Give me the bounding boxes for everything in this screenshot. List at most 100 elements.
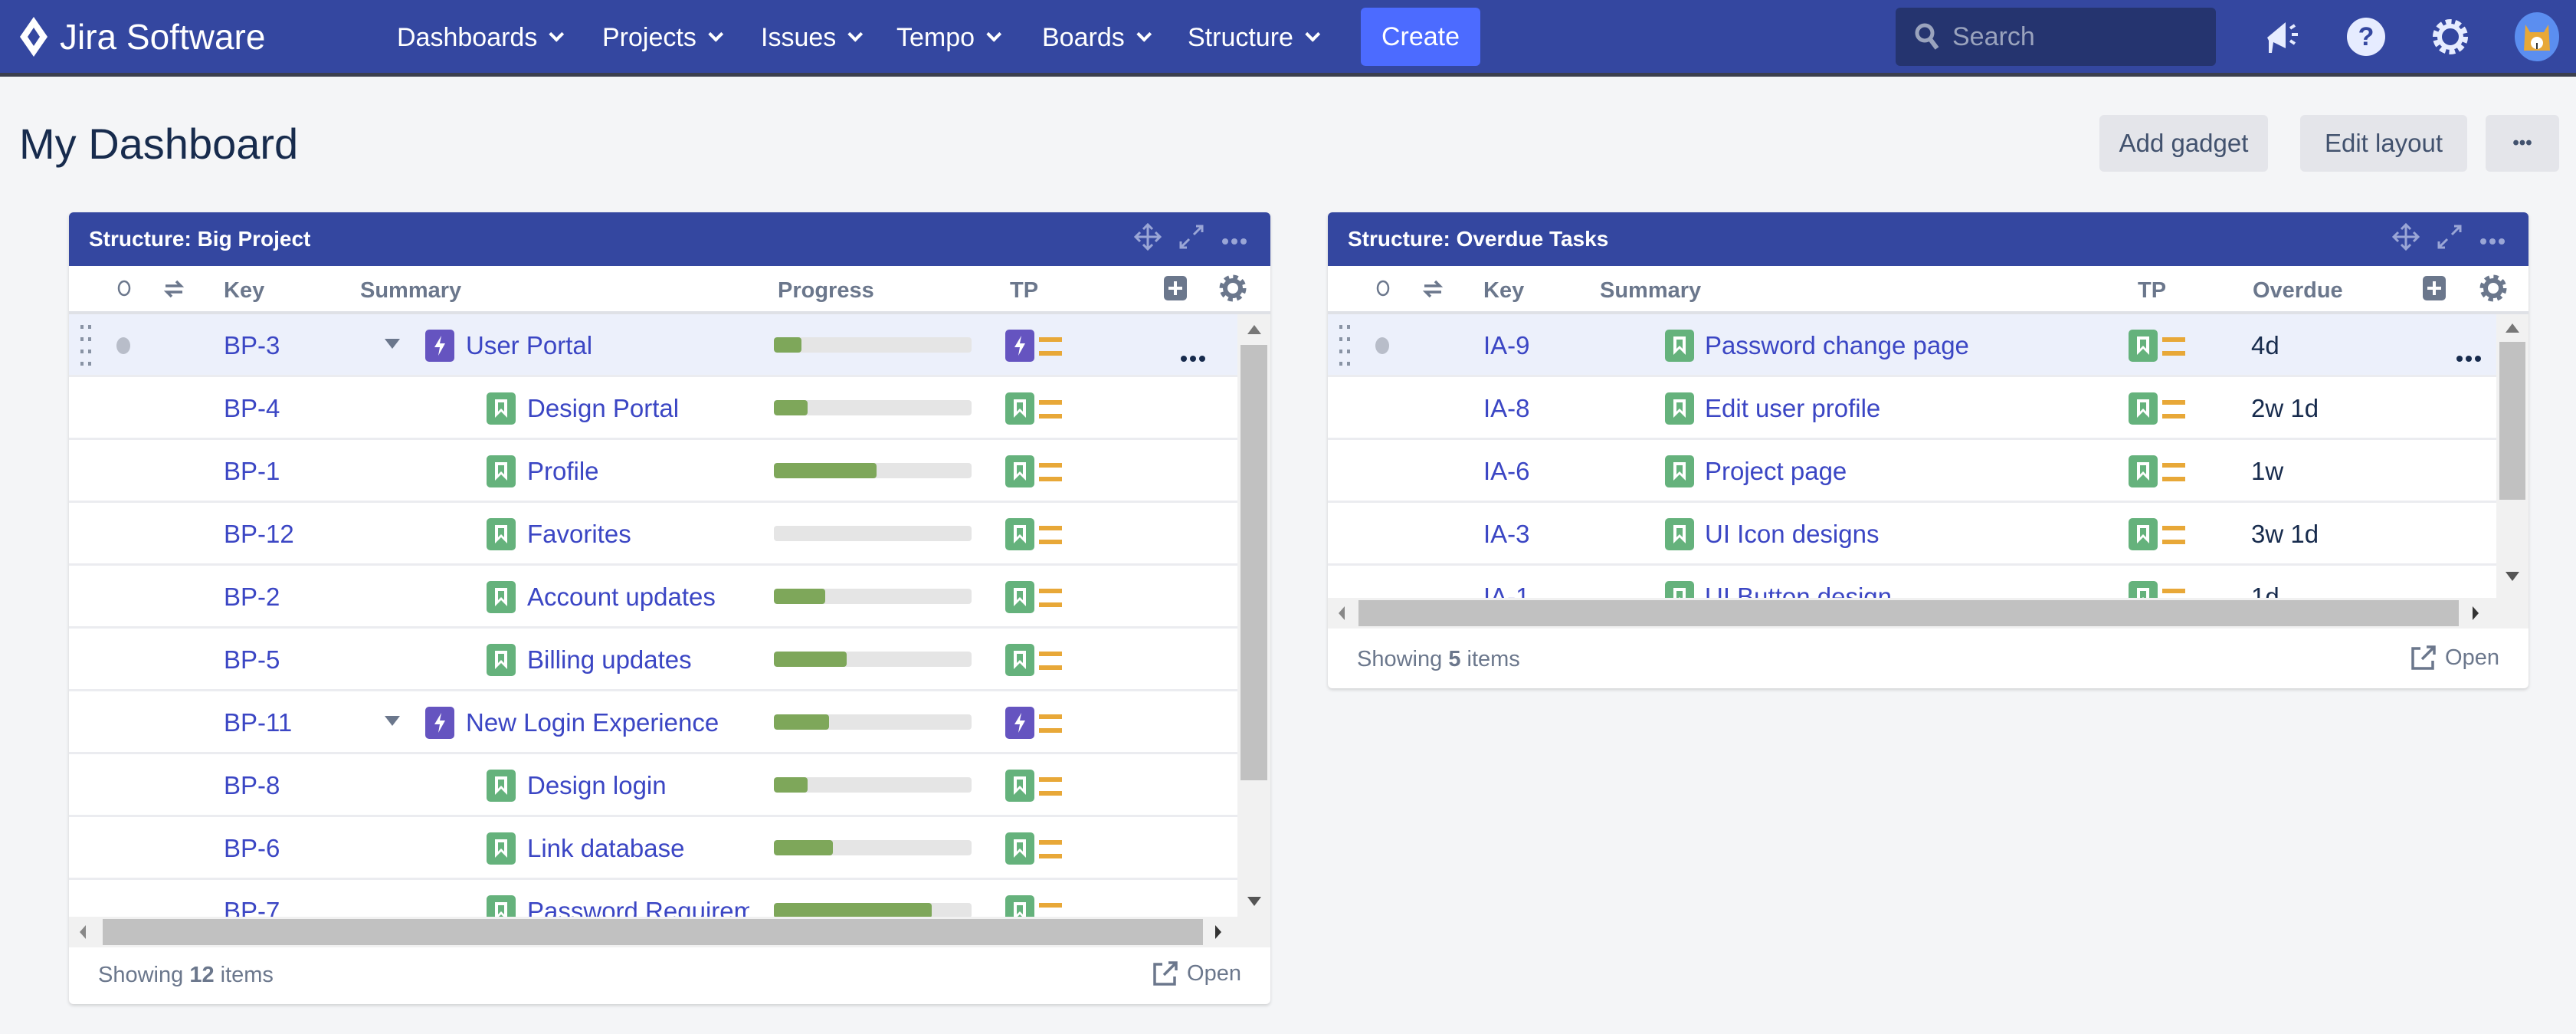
expand-toggle-icon[interactable]: [385, 716, 400, 726]
search-input[interactable]: Search: [1896, 8, 2216, 66]
column-summary[interactable]: Summary: [1600, 278, 1701, 304]
table-row[interactable]: IA-3 UI Icon designs 3w 1d: [1328, 503, 2496, 566]
issue-summary-link[interactable]: Favorites: [527, 520, 631, 549]
column-key[interactable]: Key: [1483, 278, 1524, 304]
add-column-icon[interactable]: [1163, 275, 1188, 307]
issue-key-link[interactable]: IA-8: [1483, 394, 1530, 423]
column-key[interactable]: Key: [224, 278, 264, 304]
vertical-scrollbar[interactable]: [2496, 314, 2528, 598]
issue-key-link[interactable]: BP-12: [224, 520, 294, 549]
table-row[interactable]: BP-8 Design login: [69, 754, 1237, 817]
scroll-up-arrow[interactable]: [2506, 323, 2519, 333]
horizontal-scrollbar[interactable]: [69, 917, 1270, 947]
issue-key-link[interactable]: BP-5: [224, 645, 280, 675]
scroll-left-arrow[interactable]: [1339, 606, 1345, 620]
issue-key-link[interactable]: BP-2: [224, 583, 280, 612]
column-tp[interactable]: TP: [2138, 278, 2166, 304]
table-row[interactable]: BP-6 Link database: [69, 817, 1237, 880]
issue-summary-link[interactable]: Link database: [527, 834, 685, 863]
table-row[interactable]: IA-1 UI Button design 1d: [1328, 566, 2496, 598]
maximize-gadget-icon[interactable]: [2437, 224, 2463, 255]
issue-key-link[interactable]: IA-9: [1483, 331, 1530, 360]
settings-gear-icon[interactable]: [2427, 14, 2473, 60]
help-icon[interactable]: ?: [2343, 14, 2389, 60]
issue-summary-link[interactable]: UI Button design: [1705, 583, 1892, 598]
nav-issues[interactable]: Issues: [761, 17, 864, 58]
scroll-down-arrow[interactable]: [2506, 572, 2519, 581]
table-row[interactable]: BP-2 Account updates: [69, 566, 1237, 629]
expand-toggle-icon[interactable]: [385, 339, 400, 349]
nav-projects[interactable]: Projects: [602, 17, 723, 58]
table-row[interactable]: IA-6 Project page 1w: [1328, 440, 2496, 503]
nav-boards[interactable]: Boards: [1042, 17, 1152, 58]
vertical-scrollbar[interactable]: [1237, 314, 1270, 917]
issue-summary-link[interactable]: User Portal: [466, 331, 592, 360]
scroll-thumb[interactable]: [1240, 345, 1267, 780]
horizontal-scrollbar[interactable]: [1328, 598, 2528, 629]
table-row[interactable]: BP-7 Password Requirements: [69, 880, 1237, 917]
column-tp[interactable]: TP: [1010, 278, 1038, 304]
issue-summary-link[interactable]: UI Icon designs: [1705, 520, 1879, 549]
nav-structure[interactable]: Structure: [1188, 17, 1321, 58]
issue-summary-link[interactable]: Billing updates: [527, 645, 692, 675]
swap-arrows-icon[interactable]: [1421, 278, 1444, 306]
scroll-thumb[interactable]: [2499, 342, 2525, 500]
row-status-dot[interactable]: [116, 337, 130, 354]
move-gadget-icon[interactable]: [2391, 222, 2420, 256]
move-gadget-icon[interactable]: [1133, 222, 1162, 256]
table-row[interactable]: BP-3 User Portal: [69, 314, 1237, 377]
add-column-icon[interactable]: [2422, 275, 2447, 307]
table-row[interactable]: BP-5 Billing updates: [69, 629, 1237, 691]
issue-summary-link[interactable]: New Login Experience: [466, 708, 719, 737]
jira-logo[interactable]: Jira Software: [18, 14, 265, 60]
circle-column-icon[interactable]: [1375, 278, 1391, 304]
issue-key-link[interactable]: BP-11: [224, 708, 292, 737]
issue-key-link[interactable]: BP-3: [224, 331, 280, 360]
issue-key-link[interactable]: IA-3: [1483, 520, 1530, 549]
scroll-up-arrow[interactable]: [1247, 325, 1261, 334]
more-actions-button[interactable]: •••: [2486, 115, 2559, 172]
row-actions-icon[interactable]: [2456, 340, 2482, 369]
table-row[interactable]: IA-9 Password change page 4d: [1328, 314, 2496, 377]
scroll-thumb[interactable]: [103, 919, 1203, 945]
open-link[interactable]: Open: [2410, 644, 2499, 671]
column-summary[interactable]: Summary: [360, 278, 461, 304]
issue-summary-link[interactable]: Profile: [527, 457, 599, 486]
edit-layout-button[interactable]: Edit layout: [2300, 115, 2467, 172]
create-button[interactable]: Create: [1361, 8, 1480, 66]
row-status-dot[interactable]: [1375, 337, 1389, 354]
issue-key-link[interactable]: BP-7: [224, 897, 280, 917]
issue-summary-link[interactable]: Design Portal: [527, 394, 679, 423]
megaphone-icon[interactable]: [2259, 14, 2305, 60]
column-overdue[interactable]: Overdue: [2253, 278, 2343, 304]
add-gadget-button[interactable]: Add gadget: [2099, 115, 2268, 172]
scroll-left-arrow[interactable]: [80, 925, 86, 939]
circle-column-icon[interactable]: [116, 278, 132, 304]
column-progress[interactable]: Progress: [778, 278, 874, 304]
settings-gear-icon[interactable]: [1218, 274, 1247, 309]
issue-key-link[interactable]: BP-8: [224, 771, 280, 800]
gadget-menu-icon[interactable]: [2479, 227, 2506, 251]
issue-summary-link[interactable]: Project page: [1705, 457, 1847, 486]
table-row[interactable]: IA-8 Edit user profile 2w 1d: [1328, 377, 2496, 440]
table-row[interactable]: BP-1 Profile: [69, 440, 1237, 503]
issue-key-link[interactable]: BP-1: [224, 457, 280, 486]
row-actions-icon[interactable]: [1180, 340, 1206, 369]
scroll-down-arrow[interactable]: [1247, 897, 1261, 906]
settings-gear-icon[interactable]: [2479, 274, 2508, 309]
issue-key-link[interactable]: IA-1: [1483, 583, 1530, 598]
maximize-gadget-icon[interactable]: [1178, 224, 1204, 255]
scroll-thumb[interactable]: [1358, 600, 2459, 626]
scroll-right-arrow[interactable]: [1215, 925, 1221, 939]
issue-summary-link[interactable]: Design login: [527, 771, 667, 800]
gadget-menu-icon[interactable]: [1221, 227, 1247, 251]
drag-handle[interactable]: [1339, 323, 1351, 374]
nav-tempo[interactable]: Tempo: [896, 17, 1002, 58]
issue-key-link[interactable]: BP-4: [224, 394, 280, 423]
table-row[interactable]: BP-4 Design Portal: [69, 377, 1237, 440]
issue-summary-link[interactable]: Password Requirements: [527, 897, 749, 917]
issue-summary-link[interactable]: Password change page: [1705, 331, 1969, 360]
drag-handle[interactable]: [80, 323, 92, 374]
scroll-right-arrow[interactable]: [2473, 606, 2479, 620]
swap-arrows-icon[interactable]: [162, 278, 185, 306]
